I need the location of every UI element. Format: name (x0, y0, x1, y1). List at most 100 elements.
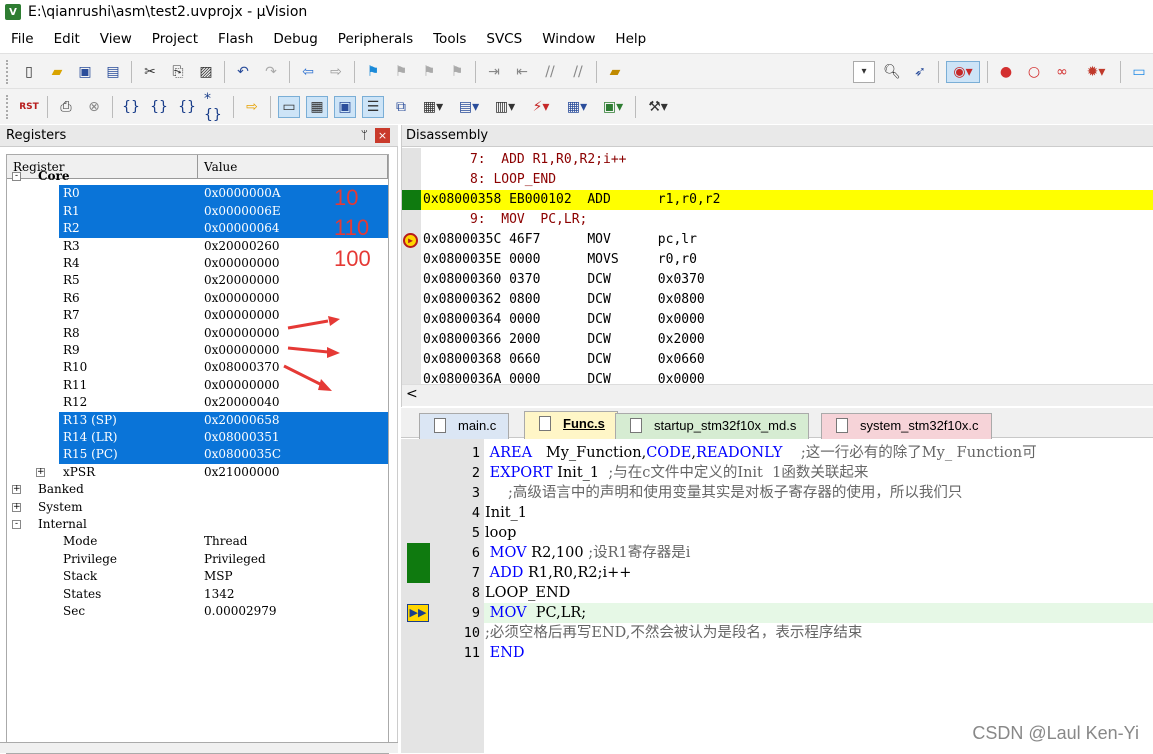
next-bookmark-icon[interactable]: ⚑ (418, 61, 440, 83)
comment-icon[interactable]: // (539, 61, 561, 83)
watch-window-icon[interactable]: ▦▾ (418, 96, 448, 118)
disassembly-instruction-line[interactable]: 0x0800036A 0000 DCW 0x0000 (402, 370, 1153, 384)
serial-window-icon[interactable]: ▥▾ (490, 96, 520, 118)
navigate-forward-icon[interactable]: ⇨ (325, 61, 347, 83)
register-value[interactable]: 0x0000000A (204, 185, 281, 202)
register-value[interactable]: 0x08000351 (204, 429, 279, 446)
paste-icon[interactable]: ▨ (195, 61, 217, 83)
disable-breakpoint-icon[interactable]: ○ (1023, 61, 1045, 83)
menu-edit[interactable]: Edit (43, 31, 89, 47)
kill-all-breakpoints-icon[interactable]: ✹▾ (1079, 61, 1113, 83)
menu-window[interactable]: Window (531, 31, 604, 47)
code-coverage-marker[interactable] (407, 563, 430, 583)
indent-icon[interactable]: ⇥ (483, 61, 505, 83)
close-icon[interactable]: × (375, 128, 390, 143)
disassembly-instruction-line[interactable]: 0x08000362 0800 DCW 0x0800 (402, 290, 1153, 310)
source-line[interactable]: 7 ADD R1,R0,R2;i++ (401, 563, 1153, 583)
memory-window-icon[interactable]: ▤▾ (454, 96, 484, 118)
open-folder-icon[interactable]: ▰ (46, 61, 68, 83)
configure-icon[interactable]: ▭ (1128, 61, 1150, 83)
disassembly-instruction-line[interactable]: 0x08000360 0370 DCW 0x0370 (402, 270, 1153, 290)
register-value[interactable]: 0x21000000 (204, 464, 279, 481)
expand-icon[interactable]: + (12, 502, 21, 512)
register-row[interactable]: Mode Thread (7, 533, 388, 550)
source-line[interactable]: 11 END (401, 643, 1153, 663)
uncomment-icon[interactable]: // (567, 61, 589, 83)
register-row[interactable]: R14 (LR) 0x08000351 (7, 429, 388, 447)
command-window-icon[interactable]: ▭ (278, 95, 300, 118)
disassembly-instruction-line[interactable]: 0x0800035E 0000 MOVS r0,r0 (402, 250, 1153, 270)
menu-peripherals[interactable]: Peripherals (327, 31, 422, 47)
register-row[interactable]: R3 0x20000260 (7, 238, 388, 255)
register-row[interactable]: Stack MSP (7, 568, 388, 585)
source-editor[interactable]: 1 AREA My_Function,CODE,READONLY ;这一行必有的… (401, 439, 1153, 753)
registers-window-icon[interactable]: ☰ (362, 95, 384, 118)
cut-icon[interactable]: ✂ (139, 61, 161, 83)
disassembly-instruction-line[interactable]: 0x08000358 EB000102 ADD r1,r0,r2 (402, 190, 1153, 210)
save-icon[interactable]: ▣ (74, 61, 96, 83)
stop-icon[interactable]: ⊗ (83, 96, 105, 118)
undo-icon[interactable]: ↶ (232, 61, 254, 83)
disassembly-source-line[interactable]: 7: ADD R1,R0,R2;i++ (402, 150, 1153, 170)
expand-icon[interactable]: + (36, 467, 45, 477)
debug-session-icon[interactable]: ◉▾ (946, 60, 980, 83)
source-line[interactable]: 10 ;必须空格后再写END,不然会被认为是段名，表示程序结束 (401, 623, 1153, 643)
register-row[interactable]: R1 0x0000006E (7, 202, 388, 221)
register-value[interactable]: 0x00000064 (204, 220, 279, 237)
clear-bookmarks-icon[interactable]: ⚑ (446, 61, 468, 83)
trace-window-icon[interactable]: ▦▾ (562, 96, 592, 118)
unindent-icon[interactable]: ⇤ (511, 61, 533, 83)
bookmark-icon[interactable]: ⚑ (362, 61, 384, 83)
incremental-find-icon[interactable]: ➶ (909, 61, 931, 83)
pin-icon[interactable]: ᛘ (361, 128, 368, 142)
register-row[interactable]: R0 0x0000000A (7, 185, 388, 203)
registers-bottom-tabs[interactable] (0, 742, 398, 753)
disassembly-source-line[interactable]: 9: MOV PC,LR; (402, 210, 1153, 230)
register-row[interactable]: R6 0x00000000 (7, 290, 388, 307)
source-line[interactable]: 3 ;高级语言中的声明和使用变量其实是对板子寄存器的使用，所以我们只 (401, 483, 1153, 503)
toolbox-icon[interactable]: ⚒▾ (643, 96, 673, 118)
disassembly-body[interactable]: 7: ADD R1,R0,R2;i++ 8: LOOP_END 0x0800035… (402, 148, 1153, 384)
register-value[interactable]: 0x00000000 (204, 290, 279, 307)
redo-icon[interactable]: ↷ (260, 61, 282, 83)
find-icon[interactable]: 🔍︎ (881, 61, 903, 83)
register-row[interactable]: - Core (7, 168, 388, 185)
register-row[interactable]: R4 0x00000000 (7, 255, 388, 272)
new-file-icon[interactable]: ▯ (18, 61, 40, 83)
target-dropdown-icon[interactable]: ▾ (853, 60, 875, 83)
menu-help[interactable]: Help (604, 31, 655, 47)
symbols-window-icon[interactable]: ▣ (334, 95, 356, 118)
breakpoint-marker[interactable] (402, 190, 421, 210)
source-line[interactable]: 6 MOV R2,100 ;设R1寄存器是i (401, 543, 1153, 563)
register-row[interactable]: R5 0x20000000 (7, 272, 388, 289)
collapse-icon[interactable]: - (12, 172, 21, 181)
scroll-left-icon[interactable]: < (406, 386, 418, 402)
source-line[interactable]: 8 LOOP_END (401, 583, 1153, 603)
menu-flash[interactable]: Flash (207, 31, 262, 47)
expand-icon[interactable]: + (12, 485, 21, 495)
disassembly-horizontal-scrollbar[interactable]: < (402, 384, 1153, 406)
collapse-icon[interactable]: - (12, 520, 21, 529)
source-line[interactable]: 1 AREA My_Function,CODE,READONLY ;这一行必有的… (401, 443, 1153, 463)
register-row[interactable]: R13 (SP) 0x20000658 (7, 411, 388, 429)
disassembly-instruction-line[interactable]: 0x08000368 0660 DCW 0x0660 (402, 350, 1153, 370)
copy-icon[interactable]: ⎘ (167, 61, 189, 83)
register-row[interactable]: States 1342 (7, 586, 388, 603)
toolbar-grip-debug[interactable] (6, 94, 11, 119)
editor-tab[interactable]: startup_stm32f10x_md.s (615, 413, 810, 439)
register-row[interactable]: R15 (PC) 0x0800035C (7, 446, 388, 464)
step-into-icon[interactable]: {} (120, 96, 142, 118)
register-value[interactable]: 0x20000260 (204, 238, 279, 255)
disable-all-breakpoints-icon[interactable]: ∞ (1051, 61, 1073, 83)
source-line[interactable]: 4 Init_1 (401, 503, 1153, 523)
disassembly-instruction-line[interactable]: 0x08000366 2000 DCW 0x2000 (402, 330, 1153, 350)
editor-tab[interactable]: main.c (419, 413, 510, 439)
menu-svcs[interactable]: SVCS (475, 31, 531, 47)
register-value[interactable]: 0x00000000 (204, 255, 279, 272)
toolbar-grip[interactable] (6, 59, 11, 84)
menu-debug[interactable]: Debug (262, 31, 326, 47)
register-value[interactable]: 0x20000658 (204, 412, 279, 429)
editor-tab[interactable]: Func.s (524, 411, 618, 439)
disassembly-instruction-line[interactable]: ▶ 0x0800035C 46F7 MOV pc,lr (402, 230, 1153, 250)
system-viewer-icon[interactable]: ▣▾ (598, 96, 628, 118)
